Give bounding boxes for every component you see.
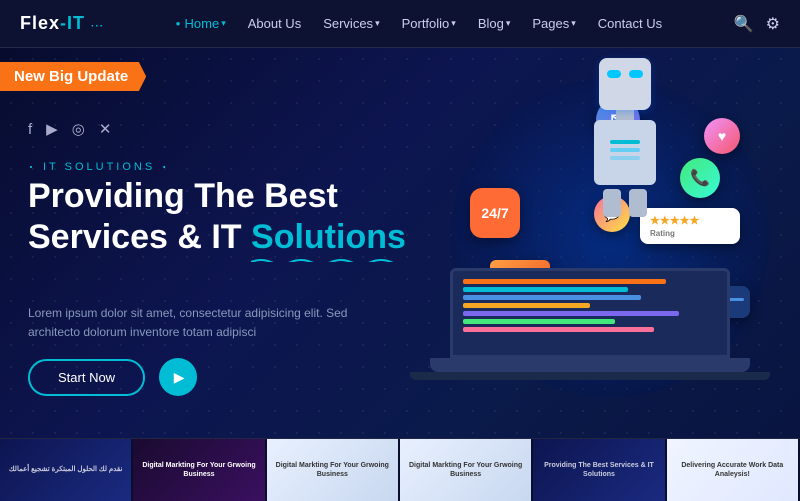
navbar: Flex-IT ··· ●Home ▾ About Us Services ▾ … [0,0,800,48]
thumb-6[interactable]: Delivering Accurate Work Data Analeysis! [667,439,800,501]
nav-blog[interactable]: Blog ▾ [478,16,511,31]
thumb-2[interactable]: Digital Markting For Your Grwoing Busine… [133,439,266,501]
screen-bar-5 [463,311,679,316]
thumb-4-content: Digital Markting For Your Grwoing Busine… [400,439,531,501]
nav-pages[interactable]: Pages ▾ [532,16,575,31]
hero-section: New Big Update f ▶ ◎ ✕ IT SOLUTIONS Prov… [0,48,800,438]
screen-content [453,271,727,343]
247-card: 24/7 [470,188,520,238]
robot-neck [616,110,634,120]
search-icon[interactable]: 🔍 [734,14,754,34]
thumb-3[interactable]: Digital Markting For Your Grwoing Busine… [267,439,400,501]
hero-headline: Providing The Best Services & IT Solutio… [28,176,408,258]
youtube-icon[interactable]: ▶ [46,120,58,138]
laptop-screen [450,268,730,358]
update-badge: New Big Update [0,62,146,91]
robot-leg-left [603,189,621,217]
social-icons: f ▶ ◎ ✕ [28,120,111,138]
screen-bar-6 [463,319,615,324]
hero-body-text: Lorem ipsum dolor sit amet, consectetur … [28,304,368,342]
screen-bar-1 [463,279,666,284]
instagram-icon[interactable]: ◎ [72,120,85,138]
twitter-x-icon[interactable]: ✕ [99,120,112,138]
nav-links: ●Home ▾ About Us Services ▾ Portfolio ▾ … [176,16,662,31]
screen-bar-7 [463,327,654,332]
settings-icon[interactable]: ⚙ [766,14,780,34]
hero-cta: Start Now ▶ [28,358,197,396]
laptop-bottom [410,372,770,380]
nav-portfolio[interactable]: Portfolio ▾ [402,16,456,31]
heart-icon-card: ♥ [704,118,740,154]
nav-services[interactable]: Services ▾ [323,16,379,31]
phone-icon-card: 📞 [680,158,720,198]
robot-head [599,58,651,110]
robot-illustration [580,58,670,228]
play-icon: ▶ [174,369,185,386]
nav-contact[interactable]: Contact Us [598,16,662,31]
thumbnail-strip: نقدم لك الحلول المبتكرة تشجيع أعمالك Dig… [0,438,800,500]
laptop-base [430,358,750,372]
thumb-5-content: Providing The Best Services & IT Solutio… [533,439,664,501]
brand-logo[interactable]: Flex-IT ··· [20,13,104,34]
nav-about[interactable]: About Us [248,16,301,31]
thumb-4[interactable]: Digital Markting For Your Grwoing Busine… [400,439,533,501]
robot-leg-right [629,189,647,217]
play-button[interactable]: ▶ [159,358,197,396]
thumb-5[interactable]: Providing The Best Services & IT Solutio… [533,439,666,501]
it-solutions-label: IT SOLUTIONS [28,156,170,177]
start-now-button[interactable]: Start Now [28,359,145,396]
robot-legs [580,189,670,217]
screen-bar-4 [463,303,590,308]
thumb-1[interactable]: نقدم لك الحلول المبتكرة تشجيع أعمالك [0,439,133,501]
screen-bar-3 [463,295,641,300]
facebook-icon[interactable]: f [28,121,32,138]
thumb-2-content: Digital Markting For Your Grwoing Busine… [133,439,264,501]
robot-body [594,120,656,185]
nav-home[interactable]: ●Home ▾ [176,16,226,31]
nav-actions: 🔍 ⚙ [734,14,780,34]
thumb-3-content: Digital Markting For Your Grwoing Busine… [267,439,398,501]
hero-illustration: ✉ ♥ 📞 💬 24/7 ★★★★★ Rating 💳 👤 [380,48,800,438]
thumb-1-content: نقدم لك الحلول المبتكرة تشجيع أعمالك [0,439,131,501]
screen-bar-2 [463,287,628,292]
laptop-illustration [400,268,780,418]
thumb-6-content: Delivering Accurate Work Data Analeysis! [667,439,798,501]
